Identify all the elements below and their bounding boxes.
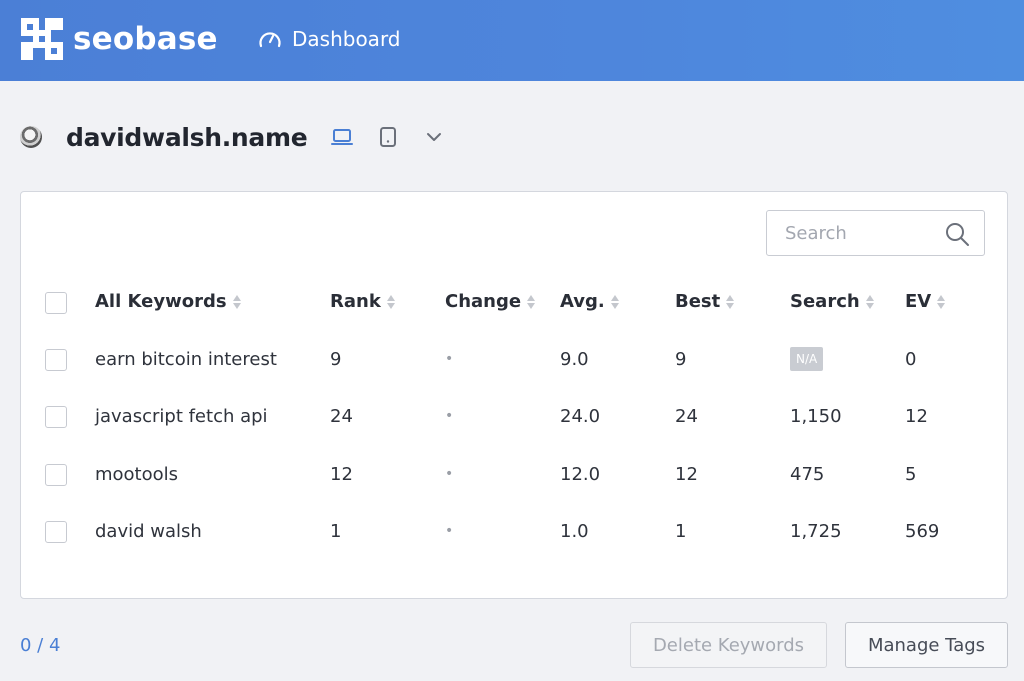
col-header-change[interactable]: Change — [445, 291, 536, 312]
row-checkbox[interactable] — [45, 521, 67, 543]
cell-avg: 12.0 — [560, 464, 601, 485]
col-header-avg[interactable]: Avg. — [560, 291, 620, 312]
col-header-change-label: Change — [445, 291, 522, 312]
cell-change: • — [445, 351, 454, 367]
cell-best: 24 — [675, 406, 698, 427]
cell-rank: 9 — [330, 349, 342, 370]
cell-search: N/A — [790, 347, 824, 371]
cell-change: • — [445, 408, 454, 424]
cell-change: • — [445, 523, 454, 539]
brand-name: seobase — [73, 21, 218, 57]
select-all-checkbox[interactable] — [45, 292, 67, 314]
site-selector: davidwalsh.name — [20, 120, 447, 154]
sort-icon — [726, 293, 735, 311]
row-checkbox[interactable] — [45, 464, 67, 486]
cell-search: 1,150 — [790, 406, 842, 427]
row-checkbox[interactable] — [45, 349, 67, 371]
cell-best: 1 — [675, 521, 687, 542]
col-header-search[interactable]: Search — [790, 291, 875, 312]
cell-rank: 24 — [330, 406, 353, 427]
cell-best: 9 — [675, 349, 687, 370]
nav-dashboard[interactable]: Dashboard — [258, 27, 401, 51]
cell-avg: 24.0 — [560, 406, 601, 427]
chevron-down-icon[interactable] — [421, 124, 447, 150]
cell-keyword[interactable]: earn bitcoin interest — [95, 349, 277, 370]
brand-logo[interactable]: seobase — [20, 17, 218, 61]
na-badge: N/A — [790, 347, 824, 371]
cell-change: • — [445, 466, 454, 482]
cell-avg: 1.0 — [560, 521, 589, 542]
col-header-rank[interactable]: Rank — [330, 291, 396, 312]
sort-icon — [610, 293, 620, 311]
col-header-ev[interactable]: EV — [905, 291, 946, 312]
selection-count: 0 / 4 — [20, 635, 61, 656]
delete-keywords-button[interactable]: Delete Keywords — [630, 622, 827, 668]
col-header-best-label: Best — [675, 291, 721, 312]
nav-dashboard-label: Dashboard — [292, 27, 401, 51]
site-domain: davidwalsh.name — [66, 122, 308, 152]
sort-icon — [386, 293, 396, 311]
seobase-logo-icon — [21, 18, 63, 60]
sort-icon — [527, 293, 536, 311]
col-header-rank-label: Rank — [330, 291, 381, 312]
col-header-avg-label: Avg. — [560, 291, 605, 312]
col-header-search-label: Search — [790, 291, 860, 312]
cell-search: 475 — [790, 464, 825, 485]
row-checkbox[interactable] — [45, 406, 67, 428]
sort-icon — [232, 293, 242, 311]
cell-best: 12 — [675, 464, 698, 485]
manage-tags-button[interactable]: Manage Tags — [845, 622, 1008, 668]
desktop-icon[interactable] — [329, 124, 355, 150]
speedometer-icon — [259, 32, 281, 48]
cell-rank: 1 — [330, 521, 342, 542]
cell-ev: 569 — [905, 521, 940, 542]
tablet-icon[interactable] — [375, 124, 401, 150]
top-header: seobase Dashboard — [0, 0, 1024, 81]
cell-search: 1,725 — [790, 521, 842, 542]
cell-keyword[interactable]: javascript fetch api — [95, 406, 268, 427]
cell-keyword[interactable]: david walsh — [95, 521, 202, 542]
cell-rank: 12 — [330, 464, 353, 485]
col-header-ev-label: EV — [905, 291, 932, 312]
col-header-keyword-label: All Keywords — [95, 291, 227, 312]
col-header-best[interactable]: Best — [675, 291, 735, 312]
cell-ev: 5 — [905, 464, 917, 485]
sort-icon — [937, 293, 946, 311]
cell-ev: 0 — [905, 349, 917, 370]
sort-icon — [865, 293, 875, 311]
search-input[interactable] — [768, 212, 938, 254]
search-icon[interactable] — [944, 221, 970, 247]
cell-avg: 9.0 — [560, 349, 589, 370]
cell-keyword[interactable]: mootools — [95, 464, 178, 485]
site-favicon — [20, 126, 42, 148]
search-field[interactable] — [766, 210, 985, 256]
cell-ev: 12 — [905, 406, 928, 427]
keywords-card: All Keywords Rank Change Avg. Best Searc… — [20, 191, 1008, 599]
col-header-keyword[interactable]: All Keywords — [95, 291, 242, 312]
